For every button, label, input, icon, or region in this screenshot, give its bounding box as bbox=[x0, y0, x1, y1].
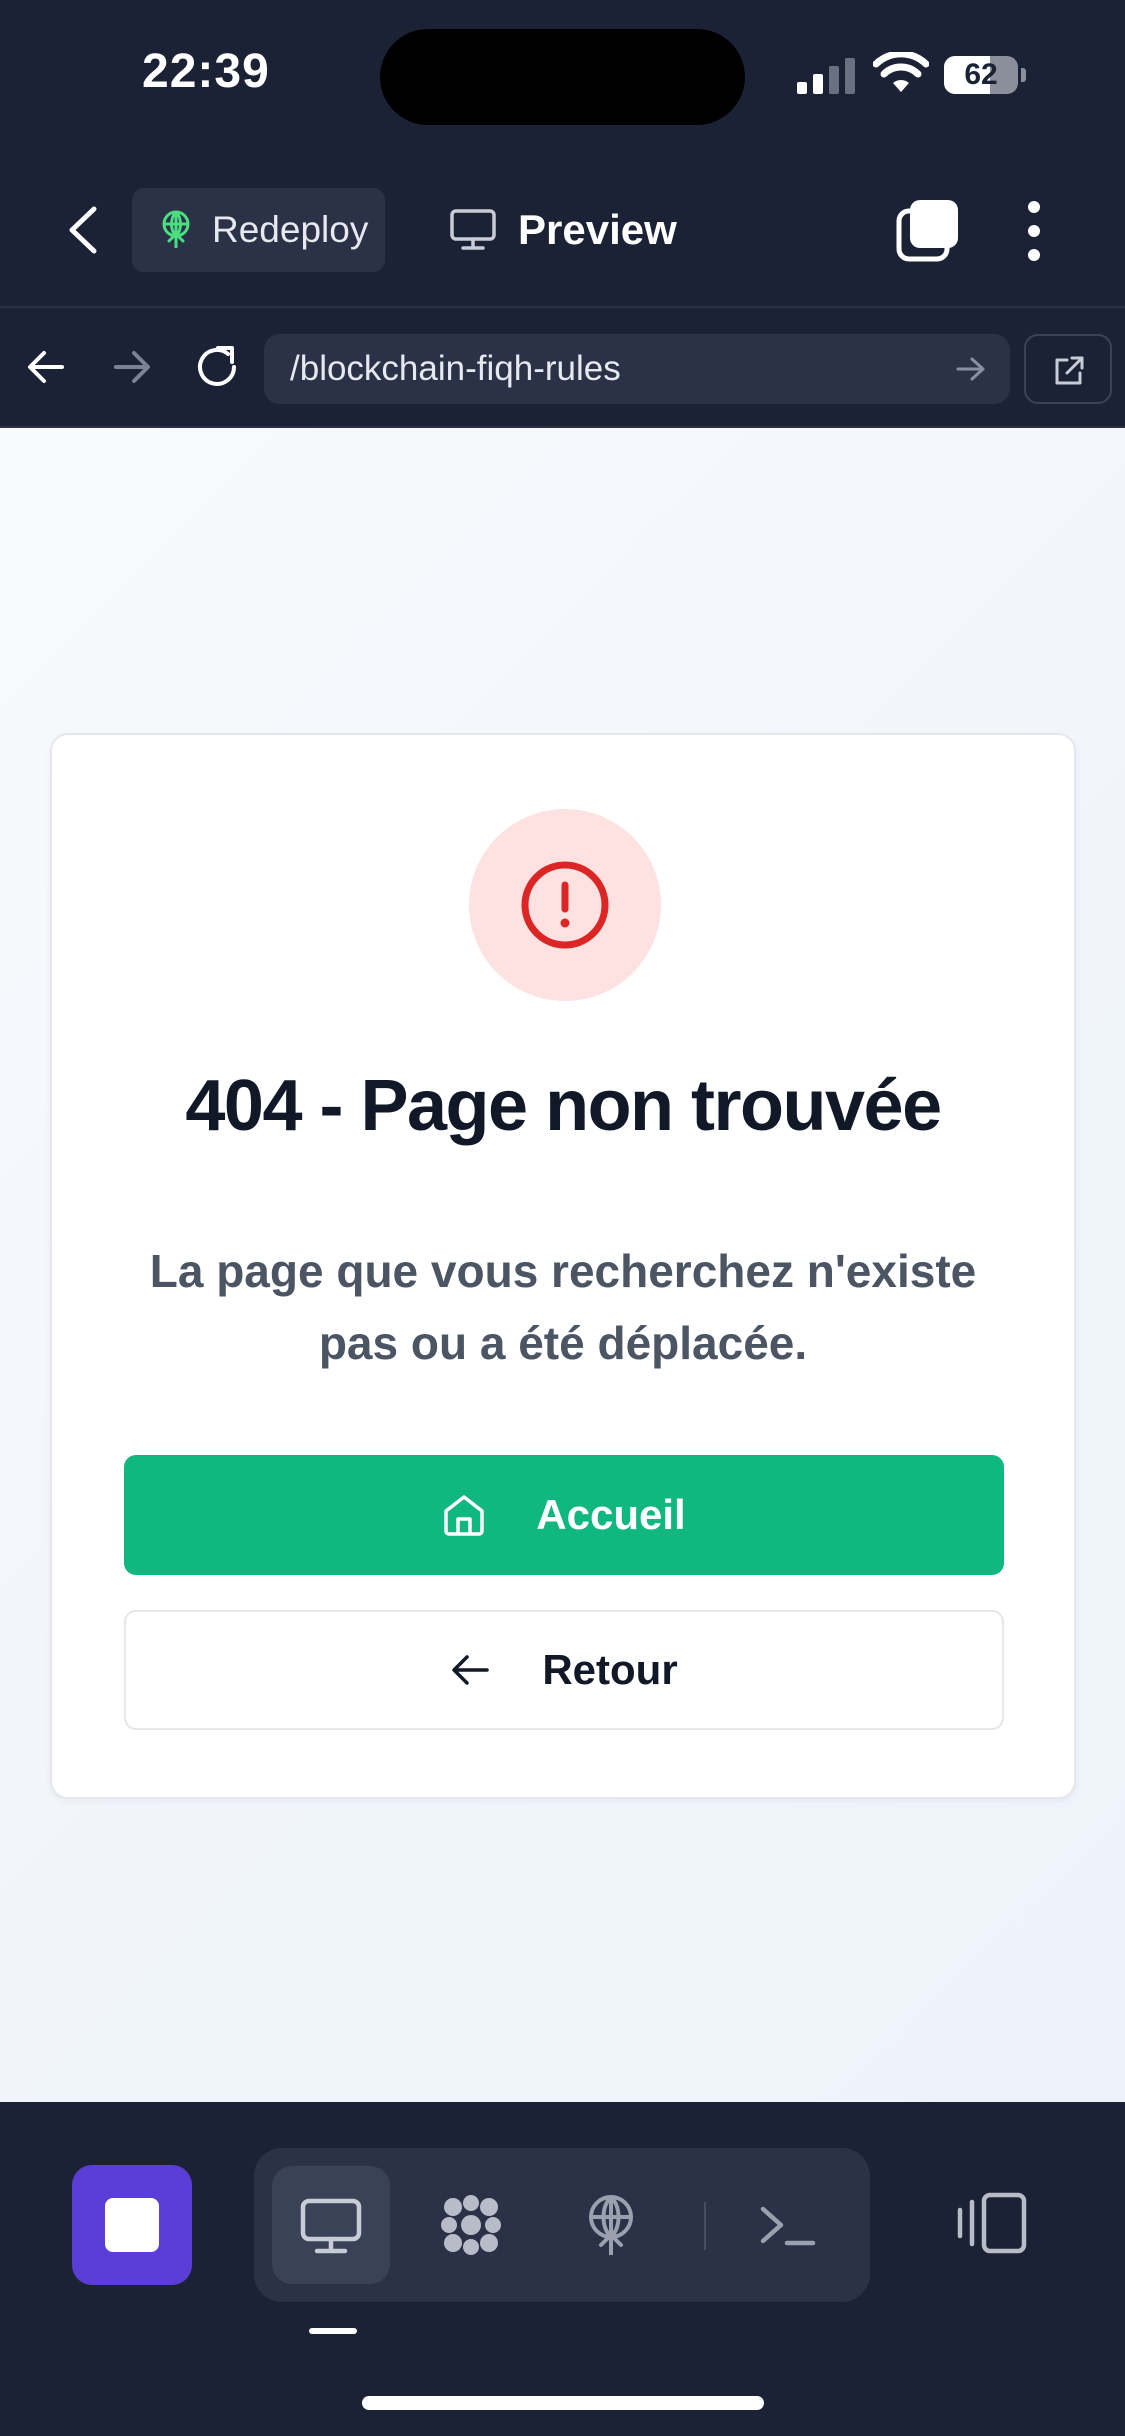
device-frame-icon[interactable] bbox=[956, 2192, 1028, 2254]
battery-percent: 62 bbox=[964, 58, 998, 91]
dock-tab-group bbox=[254, 2148, 870, 2302]
stop-button[interactable] bbox=[72, 2165, 192, 2285]
error-message: La page que vous recherchez n'existe pas… bbox=[149, 1245, 977, 1369]
deploy-icon bbox=[589, 2195, 633, 2255]
external-link-icon bbox=[1055, 356, 1084, 385]
status-time: 22:39 bbox=[142, 45, 270, 98]
browser-url-bar: /blockchain-fiqh-rules bbox=[0, 306, 1125, 428]
chevron-left-icon[interactable] bbox=[62, 205, 106, 255]
home-icon bbox=[444, 1495, 485, 1536]
dock-tab-preview[interactable] bbox=[272, 2166, 390, 2284]
cellular-signal-icon bbox=[797, 58, 855, 94]
monitor-icon bbox=[450, 209, 496, 250]
arrow-right-icon[interactable] bbox=[112, 348, 152, 386]
dock-divider bbox=[704, 2202, 706, 2250]
terminal-icon bbox=[760, 2206, 816, 2246]
open-external-button[interactable] bbox=[1024, 334, 1112, 404]
dynamic-island bbox=[380, 29, 745, 125]
preview-tab[interactable]: Preview bbox=[450, 188, 710, 272]
deploy-icon bbox=[162, 210, 190, 248]
tabs-icon[interactable] bbox=[896, 198, 960, 262]
active-tab-indicator bbox=[309, 2328, 357, 2334]
home-indicator bbox=[362, 2396, 764, 2410]
nodes-icon bbox=[441, 2195, 501, 2255]
home-label: Accueil bbox=[536, 1491, 686, 1538]
dock-tab-terminal[interactable] bbox=[728, 2166, 846, 2284]
arrow-left-icon bbox=[452, 1655, 490, 1685]
error-card: 404 - Page non trouvée La page que vous … bbox=[50, 733, 1076, 1799]
redeploy-button[interactable]: Redeploy bbox=[132, 188, 385, 272]
app-toolbar: Redeploy Preview bbox=[0, 150, 1125, 306]
reload-icon[interactable] bbox=[194, 344, 240, 390]
dock-tab-deploy[interactable] bbox=[552, 2166, 670, 2284]
battery-indicator: 62 bbox=[944, 56, 1026, 94]
wifi-icon bbox=[873, 52, 929, 92]
status-bar: 22:39 62 bbox=[0, 0, 1125, 150]
monitor-icon bbox=[300, 2198, 362, 2254]
go-arrow-icon[interactable] bbox=[956, 356, 986, 382]
url-input[interactable]: /blockchain-fiqh-rules bbox=[264, 334, 1010, 404]
redeploy-label: Redeploy bbox=[212, 209, 369, 250]
alert-badge bbox=[469, 809, 661, 1001]
back-label: Retour bbox=[542, 1646, 678, 1693]
stop-icon bbox=[105, 2198, 159, 2252]
alert-circle-icon bbox=[521, 861, 609, 949]
dock-tab-nodes[interactable] bbox=[412, 2166, 530, 2284]
back-button[interactable]: Retour bbox=[124, 1610, 1004, 1730]
bottom-dock bbox=[0, 2102, 1125, 2436]
url-text: /blockchain-fiqh-rules bbox=[290, 349, 621, 388]
preview-label: Preview bbox=[518, 206, 677, 253]
error-title: 404 - Page non trouvée bbox=[185, 1066, 942, 1146]
arrow-left-icon[interactable] bbox=[26, 348, 66, 386]
more-vertical-icon[interactable] bbox=[1020, 200, 1048, 262]
home-button[interactable]: Accueil bbox=[124, 1455, 1004, 1575]
web-preview: 404 - Page non trouvée La page que vous … bbox=[0, 428, 1125, 2102]
